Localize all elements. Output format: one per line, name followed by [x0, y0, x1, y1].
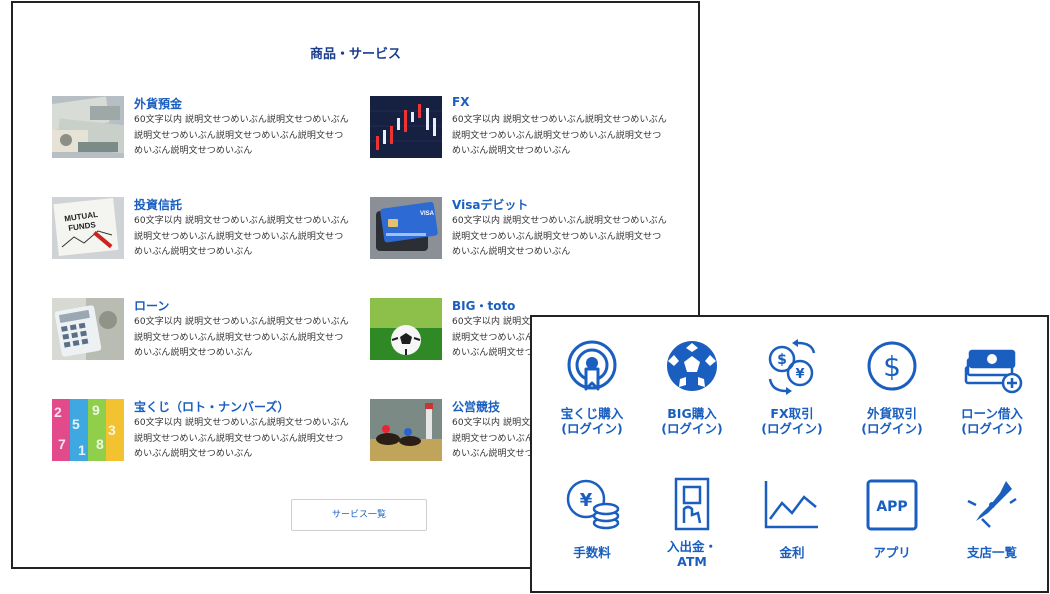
product-title[interactable]: FX	[452, 95, 469, 109]
product-title[interactable]: 公営競技	[452, 398, 500, 415]
product-item-lottery[interactable]: 2593 718 宝くじ（ロト・ナンバーズ） 60文字以内 説明文せつめいぶん説明…	[52, 399, 352, 469]
tile-lottery-purchase[interactable]: 宝くじ購入 (ログイン)	[544, 339, 640, 459]
tile-label: 外貨取引 (ログイン)	[861, 406, 923, 436]
debit-card-image: VISA	[370, 197, 442, 259]
product-item-loan[interactable]: ローン 60文字以内 説明文せつめいぶん説明文せつめいぶん説明文せつめいぶん説明…	[52, 298, 352, 368]
tile-label: 支店一覧	[966, 545, 1017, 560]
svg-text:$: $	[777, 352, 787, 368]
svg-text:3: 3	[108, 422, 116, 438]
tile-foreign-currency-trading[interactable]: $ 外貨取引 (ログイン)	[844, 339, 940, 459]
yen-coins-icon: ¥	[566, 479, 620, 530]
app-icon-text: APP	[876, 499, 907, 515]
tile-label: 入出金・ ATM	[666, 539, 717, 569]
foreign-currency-image	[52, 96, 124, 158]
svg-text:7: 7	[58, 436, 66, 452]
product-title[interactable]: 投資信託	[134, 196, 182, 213]
svg-text:8: 8	[96, 436, 104, 452]
tile-label: アプリ	[873, 545, 911, 560]
tile-app[interactable]: APP アプリ	[844, 475, 940, 594]
line-chart-icon	[764, 481, 818, 529]
tile-loan-borrowing[interactable]: ローン借入 (ログイン)	[944, 339, 1040, 459]
product-title[interactable]: ローン	[134, 297, 169, 314]
tile-branch-list[interactable]: 支店一覧	[944, 475, 1040, 594]
mutual-funds-image: MUTUAL FUNDS	[52, 197, 124, 259]
soccer-field-image	[370, 298, 442, 360]
service-list-button[interactable]: サービス一覧	[291, 499, 427, 531]
tile-label: 金利	[779, 545, 805, 560]
tile-fx-trading[interactable]: $ ¥ FX取引 (ログイン)	[744, 339, 840, 459]
dollar-coin-icon: $	[867, 341, 917, 391]
cash-stack-icon	[964, 349, 1023, 394]
currency-exchange-icon: $ ¥	[768, 339, 816, 395]
lottery-icon	[567, 340, 617, 391]
tile-deposit-atm[interactable]: 入出金・ ATM	[644, 475, 740, 594]
product-description: 60文字以内 説明文せつめいぶん説明文せつめいぶん説明文せつめいぶん説明文せつめ…	[452, 115, 667, 156]
svg-text:$: $	[883, 350, 901, 383]
section-title: 商品・サービス	[309, 47, 401, 62]
horse-racing-image	[370, 399, 442, 461]
product-description: 60文字以内 説明文せつめいぶん説明文せつめいぶん説明文せつめいぶん説明文せつめ…	[134, 216, 349, 257]
branch-map-icon	[967, 481, 1017, 528]
tile-interest-rates[interactable]: 金利	[744, 475, 840, 594]
tile-label: BIG購入 (ログイン)	[661, 406, 723, 436]
atm-icon	[674, 477, 710, 531]
svg-text:1: 1	[78, 442, 86, 458]
product-item-fx[interactable]: FX 60文字以内 説明文せつめいぶん説明文せつめいぶん説明文せつめいぶん説明文…	[370, 95, 670, 166]
product-title[interactable]: Visaデビット	[452, 196, 528, 213]
app-icon: APP	[866, 479, 918, 531]
product-description: 60文字以内 説明文せつめいぶん説明文せつめいぶん説明文せつめいぶん説明文せつめ…	[134, 317, 349, 358]
tile-big-purchase[interactable]: BIG購入 (ログイン)	[644, 339, 740, 459]
svg-text:VISA: VISA	[420, 211, 435, 217]
svg-text:¥: ¥	[580, 490, 593, 511]
product-item-foreign-deposit[interactable]: 外貨預金 60文字以内 説明文せつめいぶん説明文せつめいぶん説明文せつめいぶん説…	[52, 96, 352, 166]
product-title[interactable]: BIG・toto	[452, 297, 515, 314]
product-description: 60文字以内 説明文せつめいぶん説明文せつめいぶん説明文せつめいぶん説明文せつめ…	[134, 115, 349, 156]
tile-label: FX取引 (ログイン)	[761, 406, 823, 436]
product-title[interactable]: 宝くじ（ロト・ナンバーズ）	[134, 398, 289, 415]
svg-text:¥: ¥	[795, 367, 804, 382]
svg-text:9: 9	[92, 402, 100, 418]
product-description: 60文字以内 説明文せつめいぶん説明文せつめいぶん説明文せつめいぶん説明文せつめ…	[452, 216, 667, 257]
tile-fees[interactable]: ¥ 手数料	[544, 475, 640, 594]
product-title[interactable]: 外貨預金	[134, 95, 182, 112]
loan-calculator-image	[52, 298, 124, 360]
product-item-visa-debit[interactable]: VISA Visaデビット 60文字以内 説明文せつめいぶん説明文せつめいぶん説…	[370, 197, 670, 267]
product-item-mutual-funds[interactable]: MUTUAL FUNDS 投資信託 60文字以内 説明文せつめいぶん説明文せつめい…	[52, 197, 352, 267]
tile-label: 宝くじ購入 (ログイン)	[560, 406, 624, 436]
quick-menu-panel: 宝くじ購入 (ログイン) BIG購入 (ログイン) $ ¥ FX取引(ログイン)…	[530, 315, 1049, 593]
soccer-ball-icon	[667, 341, 717, 391]
svg-text:5: 5	[72, 416, 80, 432]
tile-label: 手数料	[573, 545, 611, 560]
tile-label: ローン借入 (ログイン)	[961, 406, 1023, 436]
product-description: 60文字以内 説明文せつめいぶん説明文せつめいぶん説明文せつめいぶん説明文せつめ…	[134, 418, 349, 459]
fx-chart-image	[370, 96, 442, 158]
lottery-numbers-image: 2593 718	[52, 399, 124, 461]
svg-text:2: 2	[54, 404, 62, 420]
